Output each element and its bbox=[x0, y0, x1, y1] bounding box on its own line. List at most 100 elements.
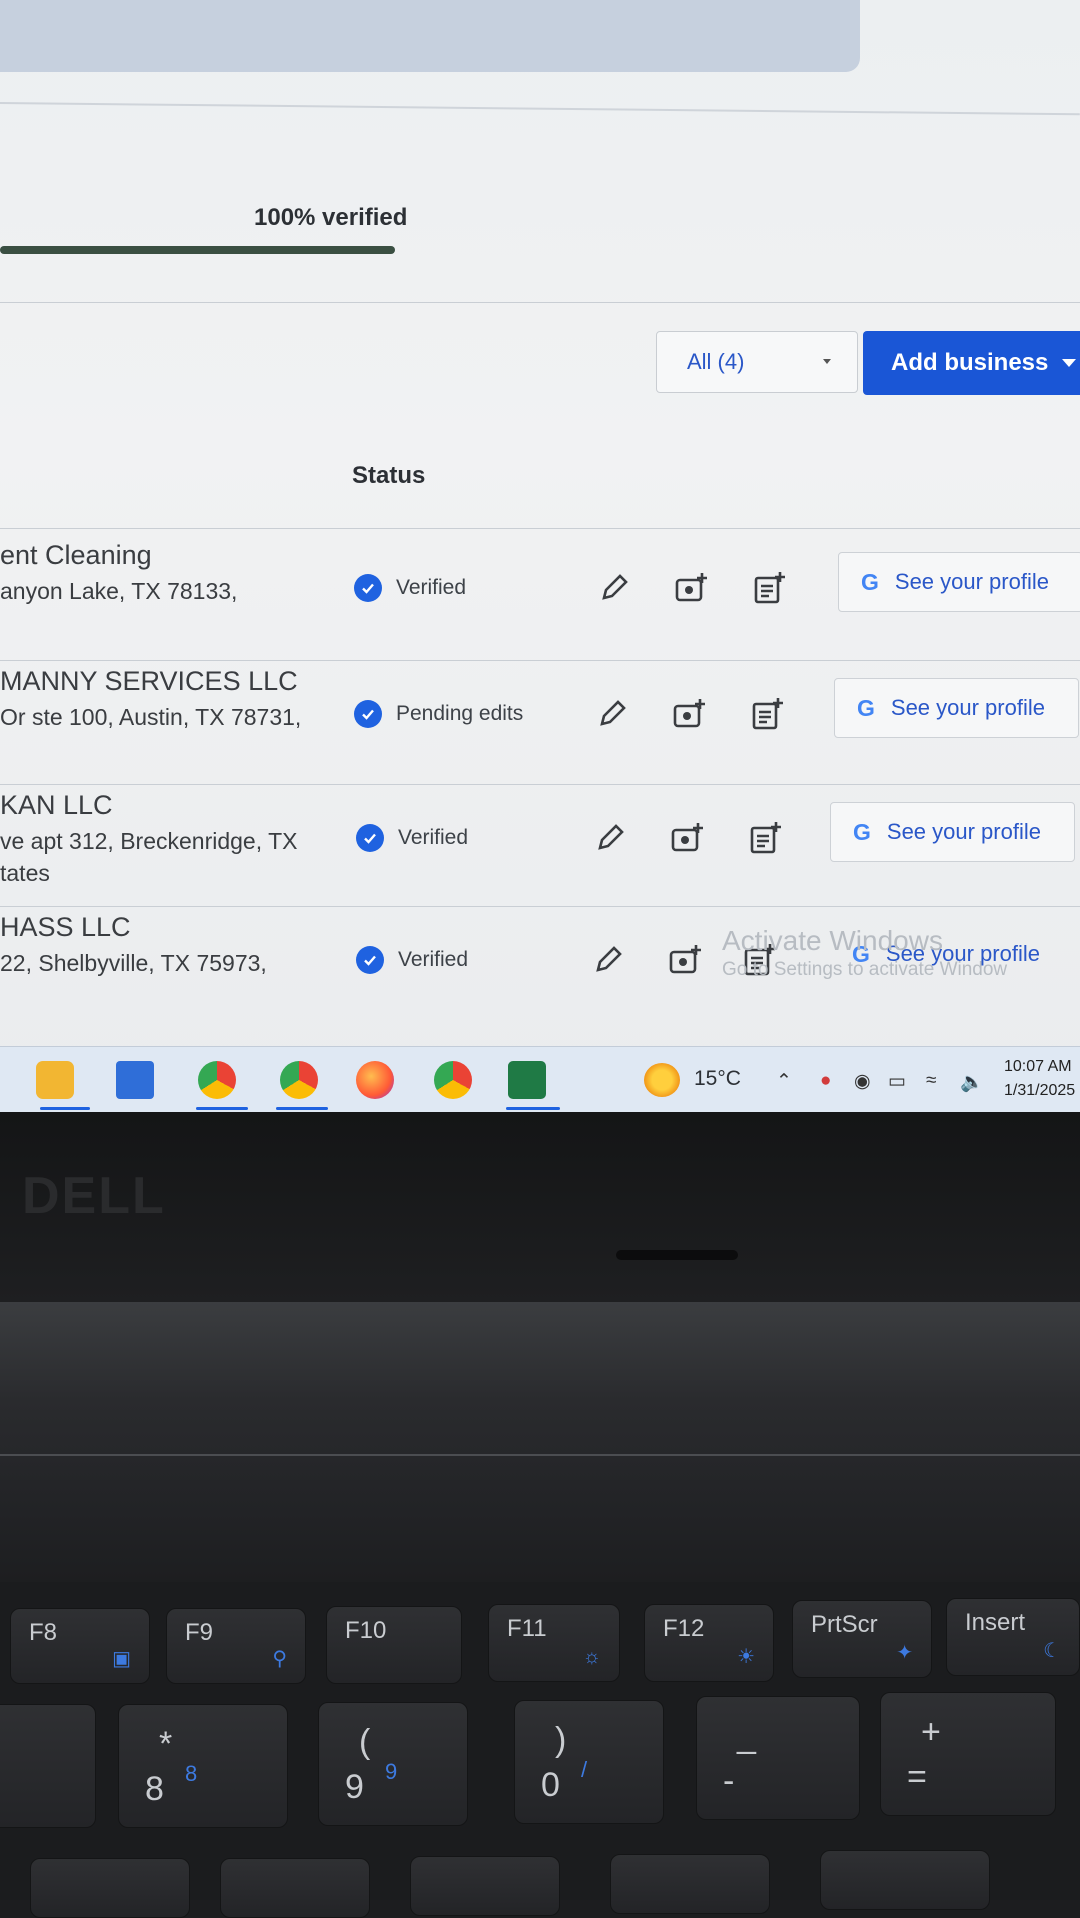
key-numpad-label: 8 bbox=[185, 1761, 198, 1786]
key-partial[interactable] bbox=[220, 1858, 370, 1918]
chrome-icon[interactable] bbox=[434, 1061, 472, 1099]
status-text: Verified bbox=[398, 948, 469, 971]
status-column-header: Status bbox=[352, 462, 426, 489]
key-partial[interactable] bbox=[410, 1856, 560, 1916]
edit-pencil-icon[interactable] bbox=[594, 696, 630, 732]
key-main-label: 9 bbox=[345, 1768, 364, 1806]
wifi-icon[interactable]: ≈ bbox=[926, 1070, 936, 1092]
search-icon: ⚲ bbox=[272, 1648, 287, 1670]
weather-icon[interactable] bbox=[644, 1063, 680, 1097]
key-label: F8 bbox=[29, 1619, 58, 1646]
add-photo-icon[interactable] bbox=[674, 570, 710, 606]
verified-check-icon bbox=[356, 946, 384, 974]
add-photo-icon[interactable] bbox=[670, 820, 706, 856]
brightness-up-icon: ☀ bbox=[737, 1646, 755, 1668]
dell-logo: DELL bbox=[22, 1167, 166, 1225]
header-divider bbox=[0, 72, 1080, 116]
see-profile-button[interactable]: G See your profile bbox=[830, 802, 1075, 862]
table-row: ent Cleaning anyon Lake, TX 78133, Verif… bbox=[0, 528, 1080, 650]
business-address: anyon Lake, TX 78133, bbox=[0, 578, 238, 604]
key-f8[interactable]: F8 ▣ bbox=[10, 1608, 150, 1684]
airplane-mode-icon: ✦ bbox=[896, 1642, 913, 1664]
key-9[interactable]: ( 9 9 bbox=[318, 1702, 468, 1826]
watermark-title: Activate Windows bbox=[722, 925, 943, 956]
browser-screen: 100% verified All (4) Add business Statu… bbox=[0, 0, 1080, 1112]
firefox-icon[interactable] bbox=[356, 1061, 394, 1099]
chrome-profile-u-icon[interactable] bbox=[198, 1061, 236, 1099]
see-profile-label: See your profile bbox=[890, 695, 1045, 720]
key-equals[interactable]: + = bbox=[880, 1692, 1056, 1816]
add-post-icon[interactable] bbox=[750, 696, 786, 732]
google-g-icon: G bbox=[857, 694, 875, 721]
weather-temperature[interactable]: 15°C bbox=[694, 1067, 741, 1091]
key-f11[interactable]: F11 ☼ bbox=[488, 1604, 620, 1682]
key-f12[interactable]: F12 ☀ bbox=[644, 1604, 774, 1682]
key-0[interactable]: ) / 0 bbox=[514, 1700, 664, 1824]
table-row: KAN LLC ve apt 312, Breckenridge, TX tat… bbox=[0, 778, 1080, 900]
key-8[interactable]: * 8 8 bbox=[118, 1704, 288, 1828]
chevron-up-icon[interactable]: ⌃ bbox=[776, 1070, 792, 1093]
key-f10[interactable]: F10 bbox=[326, 1606, 462, 1684]
verified-check-icon bbox=[354, 574, 382, 602]
verified-check-icon bbox=[356, 824, 384, 852]
add-photo-icon[interactable] bbox=[668, 942, 704, 978]
clock-date: 1/31/2025 bbox=[1004, 1082, 1076, 1099]
business-name[interactable]: MANNY SERVICES LLC bbox=[0, 666, 298, 697]
edit-pencil-icon[interactable] bbox=[596, 570, 632, 606]
brightness-down-icon: ☼ bbox=[582, 1646, 601, 1668]
active-app-indicator bbox=[276, 1107, 328, 1110]
file-explorer-icon[interactable] bbox=[36, 1061, 74, 1099]
key-insert[interactable]: Insert ☾ bbox=[946, 1598, 1080, 1676]
filter-dropdown[interactable]: All (4) bbox=[656, 331, 858, 393]
see-profile-label: See your profile bbox=[894, 569, 1049, 594]
see-profile-button[interactable]: G See your profile bbox=[838, 552, 1080, 612]
edit-pencil-icon[interactable] bbox=[592, 820, 628, 856]
windows-taskbar: 15°C ⌃ ● ◉ ▭ ≈ 🔈 10:07 AM 1/31/2025 bbox=[0, 1046, 1080, 1112]
key-label: Insert bbox=[965, 1609, 1026, 1636]
verification-progress-fill bbox=[0, 246, 395, 254]
key-partial[interactable] bbox=[30, 1858, 190, 1918]
key-label: PrtScr bbox=[811, 1611, 878, 1638]
key-label: F9 bbox=[185, 1619, 214, 1646]
business-address: ve apt 312, Breckenridge, TX bbox=[0, 828, 298, 854]
filter-dropdown-value: All (4) bbox=[687, 349, 745, 374]
key-partial[interactable] bbox=[820, 1850, 990, 1910]
add-photo-icon[interactable] bbox=[672, 696, 708, 732]
volume-icon[interactable]: 🔈 bbox=[960, 1070, 984, 1094]
microsoft-store-icon[interactable] bbox=[116, 1061, 154, 1099]
chrome-profile-g-icon[interactable] bbox=[280, 1061, 318, 1099]
sleep-icon: ☾ bbox=[1043, 1640, 1061, 1662]
status-text: Verified bbox=[398, 826, 469, 849]
excel-icon[interactable] bbox=[508, 1061, 546, 1099]
system-clock[interactable]: 10:07 AM 1/31/2025 bbox=[1004, 1055, 1075, 1103]
key-shift-label: _ bbox=[737, 1717, 756, 1755]
display-icon: ▣ bbox=[112, 1648, 131, 1670]
see-profile-button[interactable]: G See your profile bbox=[834, 678, 1079, 738]
laptop-bezel: DELL bbox=[0, 1112, 1080, 1302]
add-business-label: Add business bbox=[891, 349, 1049, 376]
business-name[interactable]: HASS LLC bbox=[0, 912, 131, 943]
key-prtscr[interactable]: PrtScr ✦ bbox=[792, 1600, 932, 1678]
chevron-down-icon bbox=[823, 359, 831, 364]
keyboard: F8 ▣ F9 ⚲ F10 F11 ☼ F12 ☀ PrtScr ✦ Inser… bbox=[0, 1582, 1080, 1918]
edit-pencil-icon[interactable] bbox=[590, 942, 626, 978]
key-partial[interactable] bbox=[610, 1854, 770, 1914]
key-f9[interactable]: F9 ⚲ bbox=[166, 1608, 306, 1684]
google-g-icon: G bbox=[853, 818, 871, 845]
deck-seam bbox=[0, 1454, 1080, 1456]
key-minus[interactable]: _ - bbox=[696, 1696, 860, 1820]
add-post-icon[interactable] bbox=[752, 570, 788, 606]
search-bar[interactable] bbox=[0, 0, 860, 72]
add-business-button[interactable]: Add business bbox=[863, 331, 1080, 395]
business-address: Or ste 100, Austin, TX 78731, bbox=[0, 704, 302, 730]
add-post-icon[interactable] bbox=[748, 820, 784, 856]
key-7[interactable] bbox=[0, 1704, 96, 1828]
business-name[interactable]: ent Cleaning bbox=[0, 540, 152, 571]
status-text: Pending edits bbox=[396, 702, 524, 725]
webcam-icon[interactable]: ◉ bbox=[854, 1070, 871, 1093]
notification-icon[interactable]: ● bbox=[820, 1070, 831, 1092]
key-main-label: 0 bbox=[541, 1766, 560, 1804]
battery-icon[interactable]: ▭ bbox=[888, 1070, 906, 1093]
key-label: F12 bbox=[663, 1615, 705, 1642]
business-name[interactable]: KAN LLC bbox=[0, 790, 113, 821]
